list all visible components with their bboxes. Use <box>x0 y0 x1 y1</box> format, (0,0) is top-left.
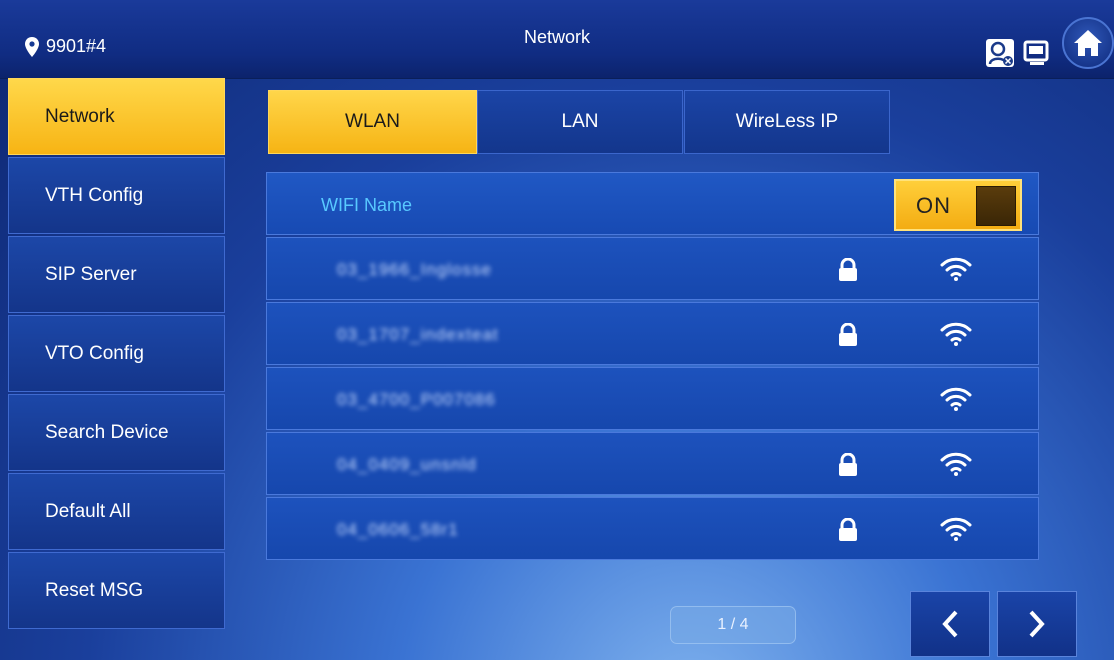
chevron-left-icon <box>942 610 958 638</box>
monitor-icon[interactable] <box>1022 38 1052 68</box>
tab-lan[interactable]: LAN <box>477 90 683 154</box>
page-title: Network <box>523 27 590 47</box>
wifi-ssid: 04_0606_58r1 <box>337 520 459 539</box>
wifi-network-row[interactable]: 03_1707_indexteat <box>266 302 1039 365</box>
wifi-ssid: 04_0409_unsnld <box>337 455 477 474</box>
network-status-icon[interactable] <box>985 38 1015 68</box>
wifi-ssid: 03_4700_P007086 <box>337 390 496 409</box>
wifi-ssid: 03_1966_Inglosse <box>337 260 492 279</box>
sidebar-item-label: SIP Server <box>45 263 137 285</box>
sidebar-item-label: Network <box>45 105 115 127</box>
sidebar-item-label: VTH Config <box>45 184 144 206</box>
lock-icon <box>839 518 857 541</box>
wifi-signal-icon <box>940 517 972 541</box>
sidebar-item-label: VTO Config <box>45 342 144 364</box>
lock-icon <box>839 453 857 476</box>
wifi-header: WIFI Name ON <box>266 172 1039 235</box>
toggle-knob <box>976 186 1016 226</box>
toggle-label: ON <box>916 193 951 218</box>
sidebar-item-reset-msg[interactable]: Reset MSG <box>8 552 225 629</box>
wifi-signal-icon <box>940 387 972 411</box>
tab-label: WLAN <box>345 111 400 132</box>
lock-icon <box>839 258 857 281</box>
tab-label: LAN <box>561 111 599 132</box>
home-button[interactable] <box>1062 17 1114 69</box>
sidebar-item-label: Reset MSG <box>45 579 144 601</box>
wifi-ssid: 03_1707_indexteat <box>337 325 499 344</box>
sidebar-item-label: Search Device <box>45 421 169 443</box>
home-icon <box>1074 30 1102 56</box>
wifi-signal-icon <box>940 257 972 281</box>
lock-icon <box>839 323 857 346</box>
sidebar-item-vto-config[interactable]: VTO Config <box>8 315 225 392</box>
wifi-toggle[interactable]: ON <box>894 179 1022 231</box>
sidebar-item-sip-server[interactable]: SIP Server <box>8 236 225 313</box>
wifi-network-row[interactable]: 03_1966_Inglosse <box>266 237 1039 300</box>
sidebar-item-network[interactable]: Network <box>8 78 225 155</box>
top-bar: 9901#4 Network <box>0 0 1114 79</box>
sidebar-item-label: Default All <box>45 500 131 522</box>
wifi-network-row[interactable]: 04_0606_58r1 <box>266 497 1039 560</box>
wifi-network-row[interactable]: 03_4700_P007086 <box>266 367 1039 430</box>
wifi-signal-icon <box>940 452 972 476</box>
page-indicator: 1 / 4 <box>670 606 796 644</box>
sidebar-item-search-device[interactable]: Search Device <box>8 394 225 471</box>
wifi-signal-icon <box>940 322 972 346</box>
wifi-name-label: WIFI Name <box>321 195 413 215</box>
sidebar-item-default-all[interactable]: Default All <box>8 473 225 550</box>
tab-wireless-ip[interactable]: WireLess IP <box>684 90 890 154</box>
chevron-right-icon <box>1029 610 1045 638</box>
tab-wlan[interactable]: WLAN <box>268 90 477 154</box>
next-page-button[interactable] <box>997 591 1077 657</box>
tab-label: WireLess IP <box>735 111 839 132</box>
prev-page-button[interactable] <box>910 591 990 657</box>
sidebar-item-vth-config[interactable]: VTH Config <box>8 157 225 234</box>
wifi-network-row[interactable]: 04_0409_unsnld <box>266 432 1039 495</box>
